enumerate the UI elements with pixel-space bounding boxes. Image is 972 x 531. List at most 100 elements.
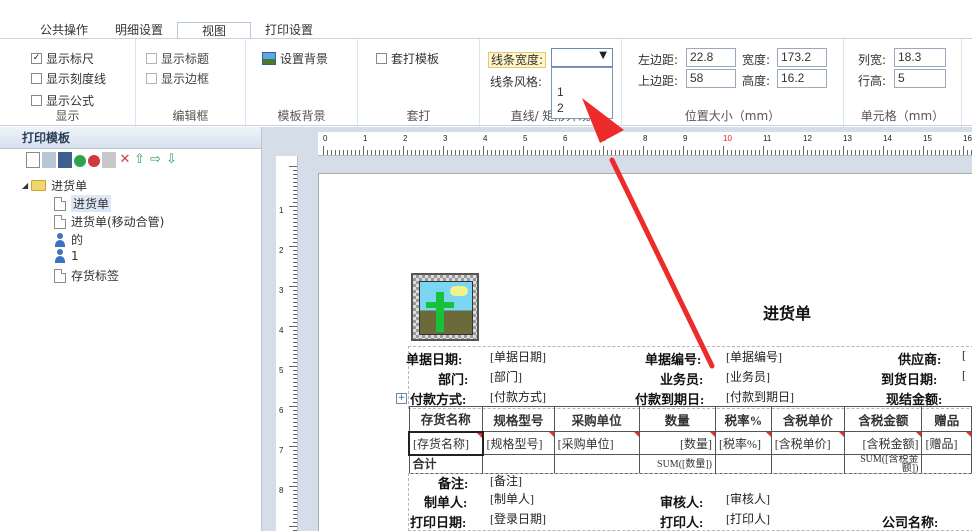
table-cell[interactable] [553, 454, 640, 474]
field-salesman[interactable]: [业务员] [726, 368, 770, 385]
save-as-icon[interactable] [58, 152, 72, 168]
col-header[interactable]: 数量 [638, 406, 717, 432]
cactus-logo[interactable] [411, 273, 479, 341]
user-icon [54, 249, 66, 263]
left-margin-input[interactable]: 22.8 [686, 48, 736, 67]
ruler-tick [293, 318, 297, 319]
field-payment[interactable]: [付款方式] [490, 388, 546, 405]
ruler-tick [293, 322, 297, 323]
overlay-template-checkbox[interactable]: 套打模板 [376, 50, 439, 67]
detail-table[interactable]: 存货名称 规格型号 采购单位 数量 税率% 含税单价 含税金额 赠品 [存货名称… [408, 406, 972, 474]
ruler-tick [347, 150, 348, 155]
edit-icon[interactable] [102, 152, 116, 168]
field-pay-due[interactable]: [付款到期日] [726, 388, 794, 405]
group-cell: 列宽: 18.3 行高: 5 单元格（mm） [844, 39, 962, 127]
report-title[interactable]: 进货单 [763, 300, 811, 324]
arrow-up-icon[interactable]: ⇧ [134, 152, 148, 168]
group-label-template-bg: 模板背景 [277, 109, 326, 123]
tree-root[interactable]: ◢ 进货单 [22, 177, 87, 194]
table-cell[interactable]: [税率%] [715, 431, 772, 455]
col-header[interactable]: 赠品 [921, 406, 972, 432]
ruler-tick [293, 250, 297, 251]
ruler-tick [667, 150, 668, 155]
show-border-checkbox[interactable]: 显示边框 [146, 70, 209, 87]
delete-icon[interactable] [88, 155, 100, 167]
show-title-checkbox[interactable]: 显示标题 [146, 50, 209, 67]
ruler-tick [931, 150, 932, 155]
field-maker[interactable]: [制单人] [490, 490, 534, 507]
ruler-tick [587, 150, 588, 155]
ruler-tick [289, 406, 297, 407]
field-print-date[interactable]: [登录日期] [490, 510, 546, 527]
width-input[interactable]: 173.2 [777, 48, 827, 67]
total-label[interactable]: 合计 [408, 454, 484, 474]
ruler-tick [619, 150, 620, 155]
close-icon[interactable]: ✕ [118, 152, 132, 168]
table-cell[interactable]: [含税单价] [770, 431, 846, 455]
ruler-tick [293, 346, 297, 347]
field-remark[interactable]: [备注] [490, 472, 522, 489]
ruler-tick [293, 238, 297, 239]
table-cell[interactable]: [采购单位] [553, 431, 640, 455]
tab-bar: 公共操作 明细设置 视图 打印设置 [0, 0, 972, 40]
line-width-select[interactable]: ▼ [551, 48, 613, 67]
line-width-option-1[interactable]: 1 [557, 85, 564, 99]
ruler-tick [293, 474, 297, 475]
table-cell[interactable] [482, 454, 555, 474]
table-cell[interactable]: [数量] [638, 431, 717, 455]
field-auditor[interactable]: [审核人] [726, 490, 770, 507]
add-icon[interactable] [74, 155, 86, 167]
collapse-icon[interactable]: ◢ [22, 181, 28, 190]
col-header[interactable]: 税率% [715, 406, 772, 432]
col-header[interactable]: 采购单位 [553, 406, 640, 432]
table-cell[interactable]: [规格型号] [482, 431, 555, 455]
table-cell[interactable] [770, 454, 846, 474]
height-input[interactable]: 16.2 [777, 69, 827, 88]
line-width-option-2[interactable]: 2 [557, 101, 564, 115]
table-cell[interactable] [921, 454, 972, 474]
table-cell[interactable]: [存货名称] [408, 430, 484, 456]
tree-item-stock-label[interactable]: 存货标签 [54, 267, 119, 284]
ruler-tick [375, 150, 376, 155]
arrow-right-icon[interactable]: ⇨ [150, 152, 164, 168]
ruler-tick [803, 146, 804, 155]
field-arrive-date[interactable]: [ [962, 368, 966, 383]
field-bill-date[interactable]: [单据日期] [490, 348, 546, 365]
col-header[interactable]: 含税单价 [770, 406, 846, 432]
show-tick-checkbox[interactable]: 显示刻度线 [31, 70, 106, 87]
col-header[interactable]: 规格型号 [482, 406, 555, 432]
tree-item-1[interactable]: 1 [54, 249, 79, 263]
expand-icon[interactable]: + [396, 393, 407, 404]
save-icon[interactable] [42, 152, 56, 168]
ruler-tick [711, 150, 712, 155]
total-amount[interactable]: SUM([含税金额]) [844, 454, 923, 474]
col-header[interactable]: 含税金额 [844, 406, 923, 432]
ruler-number: 4 [483, 134, 488, 143]
table-cell[interactable]: [赠品] [921, 431, 972, 455]
col-width-input[interactable]: 18.3 [894, 48, 946, 67]
field-dept[interactable]: [部门] [490, 368, 522, 385]
tree-item-purchase-mobile[interactable]: 进货单(移动合管) [54, 213, 164, 230]
new-icon[interactable] [26, 152, 40, 168]
ruler-tick [755, 150, 756, 155]
ruler-number: 2 [403, 134, 408, 143]
ruler-tick [371, 150, 372, 155]
row-height-input[interactable]: 5 [894, 69, 946, 88]
set-background-button[interactable]: 设置背景 [262, 50, 328, 67]
field-supplier[interactable]: [ [962, 348, 966, 363]
arrow-down-icon[interactable]: ⇩ [166, 152, 180, 168]
tree-item-purchase[interactable]: 进货单 [54, 195, 112, 212]
field-printer[interactable]: [打印人] [726, 510, 770, 527]
table-cell[interactable]: [含税金额] [844, 431, 923, 455]
col-header[interactable]: 存货名称 [408, 406, 484, 432]
ruler-tick [293, 274, 297, 275]
table-cell[interactable] [715, 454, 772, 474]
ruler-tick [947, 150, 948, 155]
total-qty[interactable]: SUM([数量]) [638, 454, 717, 474]
ruler-tick [863, 150, 864, 155]
top-margin-input[interactable]: 58 [686, 69, 736, 88]
show-ruler-checkbox[interactable]: ✓ 显示标尺 [31, 50, 94, 67]
ruler-number: 1 [279, 206, 284, 215]
tree-item-de[interactable]: 的 [54, 231, 83, 248]
field-bill-no[interactable]: [单据编号] [726, 348, 782, 365]
